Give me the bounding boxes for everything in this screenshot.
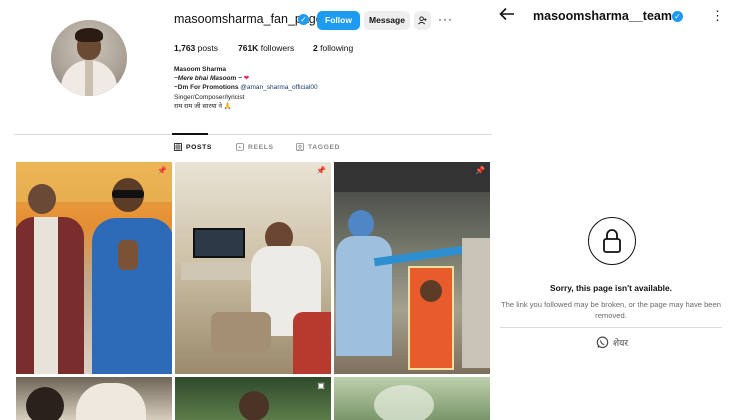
- post-thumbnail[interactable]: 📌: [334, 162, 490, 374]
- team-page-username: masoomsharma__team: [533, 9, 672, 23]
- folded-hands: [118, 240, 138, 270]
- bio-line-3: Singer/Composer/lyricist: [174, 93, 245, 101]
- verified-badge-icon: ✓: [298, 14, 309, 25]
- following-stat[interactable]: 2 following: [313, 43, 353, 53]
- bio-line-2-text: ~Dm For Promotions: [174, 84, 239, 92]
- bio-name: Masoom Sharma: [174, 66, 227, 73]
- whatsapp-icon: [596, 336, 609, 349]
- pinned-post-icon: 📌: [475, 166, 485, 175]
- reels-icon: [236, 143, 244, 151]
- avatar-figure-shirt: [85, 60, 93, 96]
- share-button[interactable]: शेयर: [596, 336, 628, 349]
- poster-portrait: [420, 280, 442, 302]
- back-arrow-icon[interactable]: [498, 7, 516, 25]
- tabs-divider: [14, 134, 492, 135]
- profile-bio: Masoom Sharma ~Mere bhai Masoom ~ ❤ ~Dm …: [174, 65, 394, 111]
- tab-posts[interactable]: POSTS: [174, 143, 212, 151]
- posts-label: posts: [197, 43, 218, 53]
- lock-icon: [603, 229, 621, 253]
- post-thumbnail[interactable]: 📌: [16, 162, 172, 374]
- suggested-accounts-button[interactable]: [414, 11, 431, 30]
- pinned-post-icon: 📌: [157, 166, 167, 175]
- person-shirt: [34, 217, 58, 374]
- lock-circle: [588, 217, 636, 265]
- performer-shirt: [336, 236, 392, 356]
- message-button[interactable]: Message: [364, 11, 410, 30]
- tab-reels[interactable]: REELS: [236, 143, 274, 151]
- bio-line-4: राम राम जी सारया ने 🙏: [174, 102, 232, 110]
- bio-line-1: ~Mere bhai Masoom ~ ❤: [174, 74, 394, 83]
- share-divider: [500, 327, 722, 328]
- person-shirt: [76, 383, 146, 420]
- background-person: [462, 238, 490, 368]
- sunglasses: [112, 190, 144, 198]
- followers-count: 761K: [238, 43, 259, 53]
- bio-line-2: ~Dm For Promotions @aman_sharma_official…: [174, 83, 394, 92]
- tag-icon: [296, 143, 304, 151]
- post-thumbnail[interactable]: [16, 377, 172, 420]
- active-tab-indicator: [172, 133, 208, 135]
- bio-mention-link[interactable]: @aman_sharma_official00: [240, 84, 317, 91]
- avatar-figure-hair: [75, 28, 103, 42]
- post-thumbnail[interactable]: 📌: [175, 162, 331, 374]
- add-person-icon: [418, 16, 427, 25]
- followers-stat[interactable]: 761K followers: [238, 43, 294, 53]
- person-trousers: [211, 312, 271, 352]
- performer-cap: [348, 210, 374, 238]
- unavailable-title: Sorry, this page isn't available.: [550, 283, 672, 293]
- chair: [293, 312, 331, 374]
- person-head: [239, 391, 269, 420]
- post-thumbnail[interactable]: ▣: [175, 377, 331, 420]
- posts-count: 1,763: [174, 43, 196, 53]
- following-label: following: [320, 43, 354, 53]
- unavailable-message: The link you followed may be broken, or …: [501, 300, 721, 320]
- screenshot-frame: masoomsharma_fan_page ✓ Follow Message ·…: [0, 0, 730, 420]
- pinned-post-icon: 📌: [316, 166, 326, 175]
- bio-line-1-text: ~Mere bhai Masoom ~: [174, 75, 242, 83]
- share-label: शेयर: [613, 338, 629, 348]
- video-post-icon: ▣: [317, 381, 325, 390]
- profile-avatar[interactable]: [51, 20, 127, 96]
- tab-posts-label: POSTS: [186, 143, 213, 151]
- team-page-pane: masoomsharma__team ✓ ⋮ Sorry, this page …: [492, 0, 730, 420]
- following-count: 2: [313, 43, 318, 53]
- grid-icon: [174, 143, 182, 151]
- post-thumbnail[interactable]: [334, 377, 490, 420]
- more-options-icon[interactable]: ···: [438, 12, 452, 28]
- tab-tagged-label: TAGGED: [308, 143, 341, 151]
- followers-label: followers: [260, 43, 295, 53]
- studio-monitor: [193, 228, 245, 258]
- kebab-menu-icon[interactable]: ⋮: [711, 8, 724, 24]
- tree-foliage: [374, 385, 434, 420]
- tab-reels-label: REELS: [248, 143, 274, 151]
- posts-stat: 1,763 posts: [174, 43, 218, 53]
- stage-ceiling: [334, 162, 490, 192]
- profile-pane: masoomsharma_fan_page ✓ Follow Message ·…: [0, 0, 492, 420]
- person-head: [28, 184, 56, 214]
- follow-button[interactable]: Follow: [317, 11, 360, 30]
- heart-emoji: ❤: [243, 75, 250, 83]
- tab-tagged[interactable]: TAGGED: [296, 143, 340, 151]
- person-head: [26, 387, 64, 420]
- verified-badge-icon: ✓: [672, 11, 683, 22]
